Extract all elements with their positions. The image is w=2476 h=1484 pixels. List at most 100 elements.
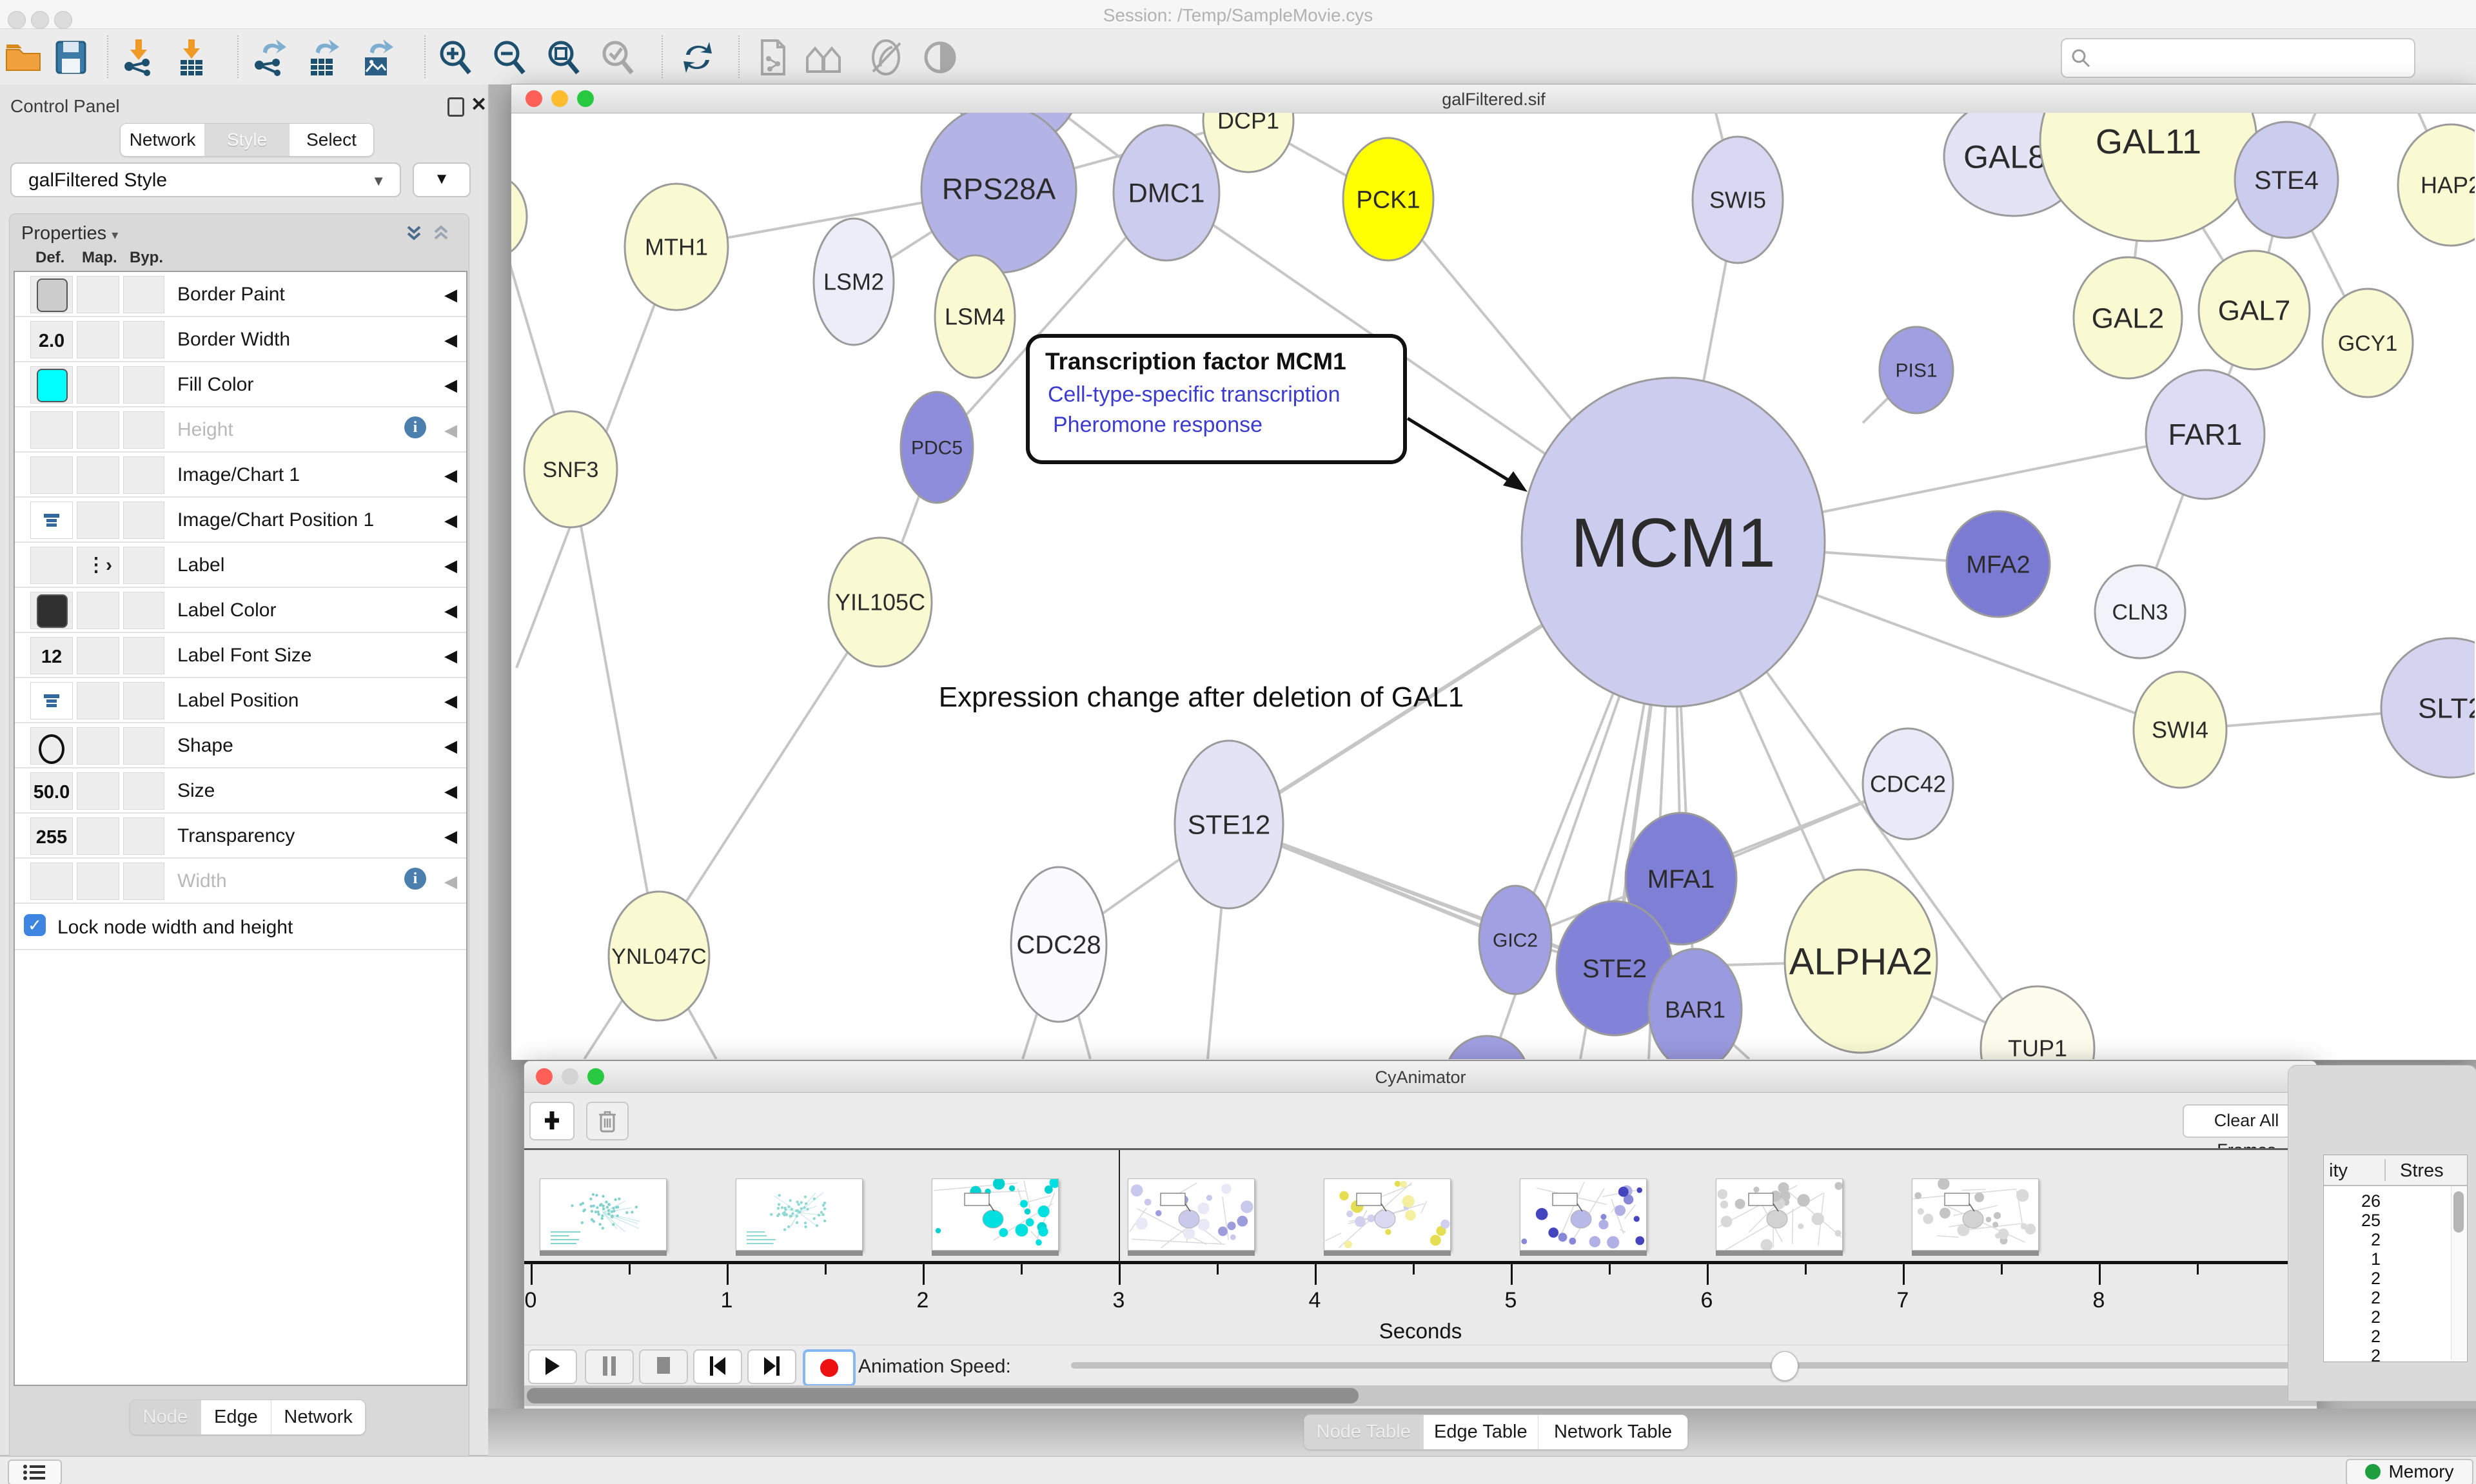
property-row[interactable]: 255Transparency◀: [15, 814, 466, 859]
network-node-MFA2[interactable]: MFA2: [1947, 511, 2050, 617]
frame-thumbnail-2s[interactable]: [932, 1178, 1059, 1251]
export-image-icon[interactable]: [357, 38, 396, 77]
network-node-GAL11[interactable]: GAL11: [2040, 113, 2257, 241]
mapping-cell[interactable]: [77, 502, 119, 539]
network-node-CDC28[interactable]: CDC28: [1011, 867, 1106, 1022]
table-cell-value[interactable]: 2: [2324, 1269, 2381, 1289]
network-node-GIC2[interactable]: GIC2: [1479, 886, 1551, 994]
table-cell-value[interactable]: 26: [2324, 1191, 2381, 1211]
mapping-cell[interactable]: [77, 366, 119, 404]
style-options-button[interactable]: ▼: [413, 162, 471, 197]
table-cell-value[interactable]: 1: [2324, 1249, 2381, 1269]
expand-row-icon[interactable]: ◀: [444, 330, 457, 350]
mapping-cell[interactable]: [77, 321, 119, 358]
expand-row-icon[interactable]: ◀: [444, 285, 457, 305]
frame-thumbnail-1s[interactable]: [736, 1178, 863, 1251]
tab-style[interactable]: Style: [204, 124, 289, 156]
property-row[interactable]: Shape◀: [15, 723, 466, 768]
scrollbar-thumb[interactable]: [2453, 1191, 2464, 1233]
frame-thumbnail-7s[interactable]: [1912, 1178, 2039, 1251]
zoom-out-icon[interactable]: [490, 38, 529, 77]
expand-row-icon[interactable]: ◀: [444, 872, 457, 892]
network-canvas[interactable]: DCP1RPS28ADMC1PCK1MTH1LSM2LSM4SWI5GAL80G…: [511, 113, 2475, 1059]
expand-row-icon[interactable]: ◀: [444, 646, 457, 666]
tab-network-table[interactable]: Network Table: [1538, 1415, 1687, 1449]
skip-end-button[interactable]: [747, 1349, 796, 1384]
table-cell-value[interactable]: 2: [2324, 1288, 2381, 1308]
lock-row[interactable]: ✓Lock node width and height: [15, 904, 466, 950]
float-panel-icon[interactable]: [447, 97, 464, 117]
duplicate-network-icon[interactable]: [753, 38, 792, 77]
zoom-in-icon[interactable]: [436, 38, 475, 77]
bypass-cell[interactable]: [123, 411, 164, 449]
default-value-cell[interactable]: 255: [30, 817, 73, 855]
expand-row-icon[interactable]: ◀: [444, 781, 457, 801]
network-node-MTH1[interactable]: MTH1: [625, 184, 728, 310]
network-node-cutBottom[interactable]: [1446, 1036, 1528, 1059]
column-header-stress[interactable]: Stres: [2400, 1160, 2444, 1182]
network-node-PDC5[interactable]: PDC5: [901, 392, 973, 503]
tab-network-style[interactable]: Network: [271, 1400, 365, 1434]
column-divider[interactable]: [2384, 1159, 2386, 1181]
property-row[interactable]: 12Label Font Size◀: [15, 633, 466, 678]
default-value-cell[interactable]: [30, 682, 73, 719]
property-row[interactable]: 50.0Size◀: [15, 768, 466, 814]
mapping-cell[interactable]: [77, 592, 119, 629]
bypass-cell[interactable]: [123, 276, 164, 313]
network-node-CDC42[interactable]: CDC42: [1863, 728, 1953, 839]
property-row[interactable]: Label Position◀: [15, 678, 466, 723]
annotation-box[interactable]: Transcription factor MCM1Cell-type-speci…: [1028, 336, 1528, 492]
default-value-cell[interactable]: [30, 863, 73, 900]
default-value-cell[interactable]: [30, 727, 73, 765]
network-node-STE4[interactable]: STE4: [2235, 122, 2338, 238]
expand-row-icon[interactable]: ◀: [444, 420, 457, 440]
scrollbar-thumb[interactable]: [527, 1388, 1359, 1403]
default-value-cell[interactable]: [30, 502, 73, 539]
network-node-leftSliver[interactable]: [511, 177, 527, 257]
network-node-SLT2[interactable]: SLT2: [2381, 638, 2475, 777]
collapse-all-icon[interactable]: [431, 224, 451, 244]
property-row[interactable]: 2.0Border Width◀: [15, 317, 466, 362]
play-button[interactable]: [528, 1349, 577, 1384]
network-node-LSM4[interactable]: LSM4: [935, 255, 1015, 378]
export-network-icon[interactable]: [250, 38, 289, 77]
mapping-cell[interactable]: [77, 411, 119, 449]
network-node-SWI5[interactable]: SWI5: [1693, 137, 1783, 263]
network-node-GAL2[interactable]: GAL2: [2074, 257, 2182, 378]
expand-row-icon[interactable]: ◀: [444, 511, 457, 531]
add-frame-button[interactable]: [529, 1102, 575, 1140]
tab-node[interactable]: Node: [130, 1400, 201, 1434]
record-button[interactable]: [803, 1349, 856, 1387]
table-cell-value[interactable]: 2: [2324, 1346, 2381, 1366]
network-node-BAR1[interactable]: BAR1: [1649, 949, 1742, 1059]
property-row[interactable]: Widthi◀: [15, 859, 466, 904]
default-value-cell[interactable]: [30, 547, 73, 584]
expand-row-icon[interactable]: ◀: [444, 465, 457, 485]
bypass-cell[interactable]: [123, 547, 164, 584]
mapping-cell[interactable]: [77, 817, 119, 855]
network-node-FAR1[interactable]: FAR1: [2146, 370, 2265, 499]
home-views-icon[interactable]: [805, 38, 843, 77]
default-value-cell[interactable]: 2.0: [30, 321, 73, 358]
tab-select[interactable]: Select: [289, 124, 373, 156]
memory-button[interactable]: Memory: [2346, 1459, 2473, 1484]
default-value-cell[interactable]: 12: [30, 637, 73, 674]
mapping-cell[interactable]: [77, 863, 119, 900]
info-icon[interactable]: i: [404, 416, 426, 438]
property-row[interactable]: Image/Chart 1◀: [15, 453, 466, 498]
default-value-cell[interactable]: [30, 276, 73, 313]
network-node-HAP2[interactable]: HAP2: [2398, 124, 2475, 246]
property-row[interactable]: Label Color◀: [15, 588, 466, 633]
table-cell-value[interactable]: 2: [2324, 1230, 2381, 1250]
mapping-cell[interactable]: [77, 637, 119, 674]
network-node-SWI4[interactable]: SWI4: [2134, 672, 2226, 788]
mapping-cell[interactable]: [77, 276, 119, 313]
property-row[interactable]: ⋮›Label◀: [15, 543, 466, 588]
cyanimator-titlebar[interactable]: CyAnimator: [524, 1061, 2317, 1093]
zoom-fit-icon[interactable]: [544, 38, 583, 77]
network-node-PCK1[interactable]: PCK1: [1343, 138, 1433, 260]
animation-speed-slider[interactable]: [1071, 1362, 2294, 1369]
zoom-selected-icon[interactable]: [598, 38, 637, 77]
mapping-cell[interactable]: [77, 682, 119, 719]
bypass-cell[interactable]: [123, 321, 164, 358]
